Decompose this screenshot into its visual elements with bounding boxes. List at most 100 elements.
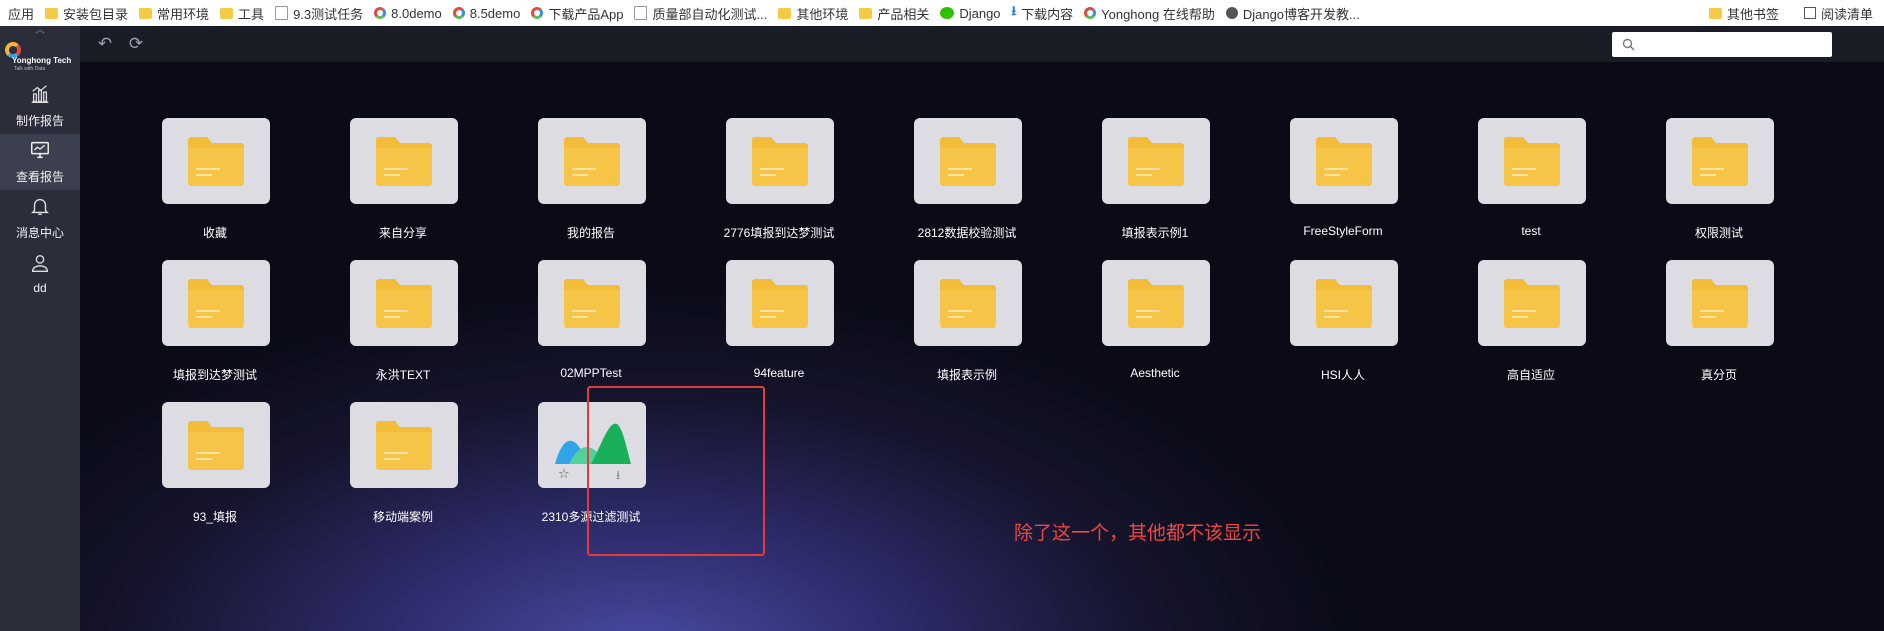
- search-input[interactable]: [1640, 34, 1829, 56]
- user-icon: [29, 252, 51, 281]
- bookmark-item[interactable]: 下载产品App: [531, 4, 634, 23]
- bookmark-label: 产品相关: [877, 6, 930, 22]
- collapse-icon[interactable]: ︿: [0, 26, 80, 38]
- folder-tile[interactable]: 移动端案例: [323, 402, 473, 524]
- folder-card[interactable]: [162, 260, 270, 346]
- bookmark-label: Django: [959, 5, 1001, 21]
- search-box[interactable]: [1612, 32, 1832, 57]
- sidebar: ︿ Yonghong Tech Talk with Data 制作报告 查看报告消…: [0, 26, 80, 631]
- folder-icon: [45, 7, 59, 19]
- folder-tile[interactable]: 填报到达梦测试: [135, 260, 285, 382]
- tile-label: 93_填报: [192, 510, 238, 524]
- sidebar-item[interactable]: 制作报告: [0, 78, 80, 134]
- folder-card[interactable]: [1102, 260, 1210, 346]
- bookmark-label: 其他环境: [796, 6, 849, 22]
- folder-card[interactable]: [726, 260, 834, 346]
- bookmark-item[interactable]: Yonghong 在线帮助: [1084, 4, 1226, 23]
- folder-card[interactable]: [538, 260, 646, 346]
- folder-card[interactable]: [350, 118, 458, 204]
- folder-card[interactable]: [726, 118, 834, 204]
- folder-tile[interactable]: 高自适应: [1451, 260, 1601, 382]
- folder-card[interactable]: [1666, 260, 1774, 346]
- folder-tile[interactable]: 2812数据校验测试: [887, 118, 1037, 240]
- bookmark-item[interactable]: 工具: [220, 4, 275, 23]
- tile-label: 02MPPTest: [560, 366, 622, 380]
- folder-tile[interactable]: 93_填报: [135, 402, 285, 524]
- folder-card[interactable]: [162, 118, 270, 204]
- other-bookmarks[interactable]: 其他书签: [1701, 4, 1790, 23]
- tile-label: 填报表示例: [936, 368, 997, 382]
- folder-card[interactable]: [350, 402, 458, 488]
- folder-card[interactable]: [914, 118, 1022, 204]
- bookmark-item[interactable]: 质量部自动化测试...: [634, 4, 778, 23]
- folder-tile[interactable]: 2776填报到达梦测试: [699, 118, 849, 240]
- bookmark-item[interactable]: 产品相关: [859, 4, 940, 23]
- tile-label: FreeStyleForm: [1303, 224, 1383, 238]
- sidebar-item-label: 制作报告: [15, 114, 64, 128]
- bookmark-label: 质量部自动化测试...: [652, 6, 768, 22]
- folder-card[interactable]: [914, 260, 1022, 346]
- folder-card[interactable]: [1478, 118, 1586, 204]
- bookmark-item[interactable]: 8.0demo: [374, 6, 453, 21]
- folder-card[interactable]: [1478, 260, 1586, 346]
- star-icon[interactable]: ☆: [558, 466, 570, 482]
- folder-icon: [220, 7, 234, 19]
- bookmark-item[interactable]: Django: [940, 6, 1011, 21]
- chart-icon: [29, 83, 51, 112]
- bookmark-item[interactable]: 应用: [0, 4, 45, 23]
- bookmark-item[interactable]: 9.3测试任务: [275, 4, 374, 23]
- bookmark-item[interactable]: 其他环境: [778, 4, 859, 23]
- folder-card[interactable]: [1290, 118, 1398, 204]
- tile-label: 填报表示例1: [1121, 226, 1189, 240]
- logo-subtitle: Talk with Data: [14, 66, 46, 72]
- globe-icon: [1225, 7, 1238, 19]
- tile-label: 真分页: [1700, 368, 1737, 382]
- folder-tile[interactable]: test: [1451, 118, 1601, 238]
- folder-tile[interactable]: 02MPPTest: [511, 260, 661, 380]
- folder-tile[interactable]: HSI人人: [1263, 260, 1413, 382]
- tile-label: test: [1521, 224, 1541, 238]
- refresh-icon[interactable]: ⟳: [126, 34, 146, 54]
- folder-tile[interactable]: FreeStyleForm: [1263, 118, 1413, 238]
- folder-tile[interactable]: Aesthetic: [1075, 260, 1225, 380]
- reading-list-label: 阅读清单: [1820, 6, 1873, 22]
- folder-icon: [752, 279, 808, 328]
- reading-list-icon: [1803, 7, 1816, 19]
- folder-icon: [1692, 137, 1748, 186]
- folder-icon: [940, 279, 996, 328]
- folder-tile[interactable]: 真分页: [1639, 260, 1789, 382]
- folder-icon: [1692, 279, 1748, 328]
- reading-list[interactable]: 阅读清单: [1790, 4, 1884, 23]
- tile-label: 永洪TEXT: [375, 368, 431, 382]
- bookmark-item[interactable]: 安装包目录: [45, 4, 139, 23]
- sidebar-item[interactable]: 消息中心: [0, 190, 80, 246]
- bookmark-item[interactable]: 8.5demo: [452, 6, 532, 21]
- folder-tile[interactable]: 94feature: [699, 260, 849, 380]
- sidebar-item[interactable]: 查看报告: [0, 134, 80, 190]
- sidebar-item[interactable]: dd: [0, 246, 80, 300]
- folder-icon: [1504, 137, 1560, 186]
- bookmark-item[interactable]: ⭳ 下载内容: [1012, 2, 1085, 24]
- bookmark-item[interactable]: 常用环境: [139, 4, 220, 23]
- toolbar: ↶ ⟳: [80, 26, 1884, 62]
- folder-tile[interactable]: 永洪TEXT: [323, 260, 473, 382]
- main-area: ↶ ⟳ 收藏 来自分享 我的报告 2776填报到达梦测试 2812数据校验测试填报表示例…: [80, 26, 1884, 631]
- folder-card[interactable]: [1290, 260, 1398, 346]
- folder-card[interactable]: [162, 402, 270, 488]
- folder-tile[interactable]: 填报表示例1: [1075, 118, 1225, 240]
- undo-icon[interactable]: ↶: [95, 34, 115, 54]
- bookmark-label: 常用环境: [157, 6, 210, 22]
- folder-tile[interactable]: 填报表示例: [887, 260, 1037, 382]
- folder-card[interactable]: [350, 260, 458, 346]
- folder-card[interactable]: [1666, 118, 1774, 204]
- folder-icon: [188, 421, 244, 470]
- folder-tile[interactable]: 来自分享: [323, 118, 473, 240]
- folder-card[interactable]: [538, 118, 646, 204]
- bookmark-item[interactable]: Django博客开发教...: [1225, 4, 1371, 23]
- folder-card[interactable]: [1102, 118, 1210, 204]
- folder-tile[interactable]: 我的报告: [511, 118, 661, 240]
- folder-icon: [1316, 279, 1372, 328]
- annotation-text: 除了这一个，其他都不该显示: [1014, 522, 1262, 544]
- folder-tile[interactable]: 权限测试: [1639, 118, 1789, 240]
- folder-tile[interactable]: 收藏: [135, 118, 285, 240]
